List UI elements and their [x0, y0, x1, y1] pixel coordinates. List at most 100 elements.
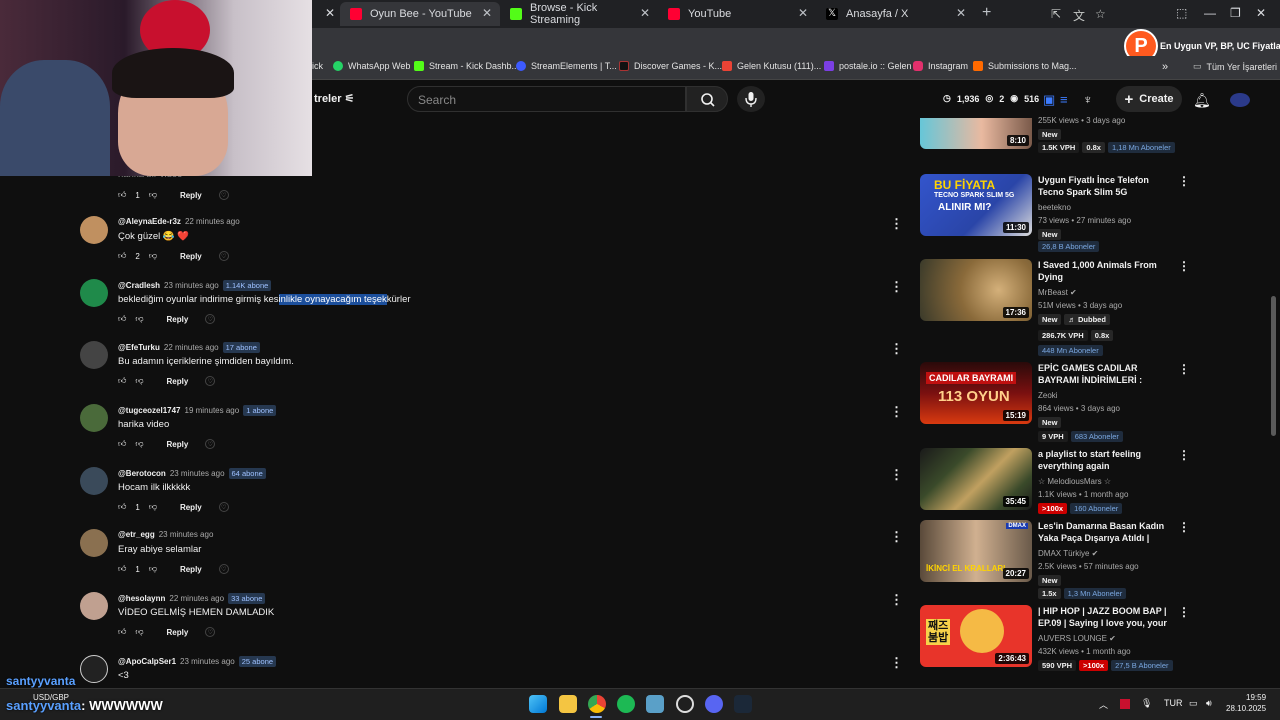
close-icon[interactable]: ✕: [640, 6, 650, 20]
video-thumbnail[interactable]: CADILAR BAYRAMI 113 OYUN 15:19: [920, 362, 1032, 424]
scrollbar-thumb[interactable]: [1271, 296, 1276, 436]
close-icon[interactable]: ✕: [798, 6, 808, 20]
channel-name[interactable]: beetekno: [1038, 203, 1071, 212]
bookmark-star-icon[interactable]: ☆: [1095, 7, 1106, 21]
dislike-icon[interactable]: 👎︎: [135, 314, 143, 324]
video-thumbnail[interactable]: 17:36: [920, 259, 1032, 321]
video-item[interactable]: CADILAR BAYRAMI 113 OYUN 15:19 EPİC GAME…: [920, 362, 1190, 442]
reply-button[interactable]: Reply: [180, 191, 202, 200]
bookmark-item[interactable]: Gelen Kutusu (111)...: [722, 61, 821, 71]
trophy-icon[interactable]: ♆: [1083, 92, 1093, 107]
new-tab-button[interactable]: +: [982, 4, 991, 22]
video-title[interactable]: a playlist to start feeling everything a…: [1038, 448, 1172, 472]
discord-icon[interactable]: [705, 695, 723, 713]
tab-oyun-bee[interactable]: Oyun Bee - YouTube ✕: [340, 2, 500, 26]
more-options-icon[interactable]: ⋮: [890, 216, 903, 232]
dislike-icon[interactable]: 👎︎: [135, 376, 143, 386]
obs-icon[interactable]: [676, 695, 694, 713]
install-icon[interactable]: ⇱: [1051, 7, 1061, 21]
reply-button[interactable]: Reply: [180, 503, 202, 512]
dislike-icon[interactable]: 👎︎: [135, 439, 143, 449]
like-icon[interactable]: 👍︎: [118, 627, 126, 637]
comment-time[interactable]: 23 minutes ago: [180, 657, 235, 666]
voice-search-button[interactable]: [737, 86, 765, 112]
reply-button[interactable]: Reply: [167, 315, 189, 324]
more-options-icon[interactable]: ⋮: [890, 279, 903, 295]
video-thumbnail[interactable]: İKİNCİ EL KRALLARI DMAX 20:27: [920, 520, 1032, 582]
like-icon[interactable]: 👍︎: [118, 564, 126, 574]
maximize-icon[interactable]: ❐: [1230, 6, 1241, 20]
more-options-icon[interactable]: ⋮: [1178, 605, 1190, 619]
dislike-icon[interactable]: 👎︎: [149, 251, 157, 261]
comment-author[interactable]: @etr_egg: [118, 530, 155, 539]
comment-time[interactable]: 23 minutes ago: [164, 281, 219, 290]
video-title[interactable]: | HIP HOP | JAZZ BOOM BAP | EP.09 | Sayi…: [1038, 605, 1172, 629]
avatar[interactable]: [80, 529, 108, 557]
like-icon[interactable]: 👍︎: [118, 376, 126, 386]
list-filter-icon[interactable]: ≡: [1060, 92, 1068, 107]
channel-name[interactable]: DMAX Türkiye ✔: [1038, 549, 1098, 558]
filters-label[interactable]: treler ⚟: [314, 92, 354, 105]
volume-icon[interactable]: 🔊︎: [1206, 698, 1212, 709]
comment-author[interactable]: @Berotocon: [118, 469, 166, 478]
video-thumbnail[interactable]: BU FİYATA TECNO SPARK SLIM 5G ALINIR MI?…: [920, 174, 1032, 236]
tab-youtube[interactable]: YouTube ✕: [658, 2, 816, 26]
channel-name[interactable]: ☆ MelodiousMars ☆: [1038, 477, 1111, 486]
comment-time[interactable]: 23 minutes ago: [159, 530, 214, 539]
reply-button[interactable]: Reply: [167, 628, 189, 637]
create-button[interactable]: + Create: [1116, 86, 1182, 112]
more-options-icon[interactable]: ⋮: [1178, 448, 1190, 462]
like-icon[interactable]: 👍︎: [118, 314, 126, 324]
avatar[interactable]: [80, 404, 108, 432]
video-thumbnail[interactable]: 째즈 붐밥 2:36:43: [920, 605, 1032, 667]
chrome-icon[interactable]: [588, 695, 606, 713]
system-clock[interactable]: 19:59 28.10.2025: [1226, 692, 1266, 714]
avatar[interactable]: [80, 655, 108, 683]
extension-icon[interactable]: ▣: [1043, 92, 1055, 108]
like-icon[interactable]: 👍︎: [118, 439, 126, 449]
tab-kick[interactable]: Browse - Kick Streaming ✕: [500, 2, 658, 26]
video-item[interactable]: 17:36 I Saved 1,000 Animals From Dying M…: [920, 259, 1190, 356]
bookmark-item[interactable]: Instagram: [913, 61, 968, 71]
like-icon[interactable]: 👍︎: [118, 251, 126, 261]
reply-button[interactable]: Reply: [167, 440, 189, 449]
video-title[interactable]: EPİC GAMES CADILAR BAYRAMI İNDİRİMLERİ :…: [1038, 362, 1172, 386]
close-icon[interactable]: ✕: [325, 6, 335, 20]
dislike-icon[interactable]: 👎︎: [149, 502, 157, 512]
more-options-icon[interactable]: ⋮: [890, 341, 903, 357]
video-title[interactable]: Les'in Damarına Basan Kadın Yaka Paça Dı…: [1038, 520, 1172, 544]
reply-button[interactable]: Reply: [180, 252, 202, 261]
bookmark-item[interactable]: Stream - Kick Dashb...: [414, 61, 519, 71]
profile-icon[interactable]: ⬚: [1176, 6, 1187, 20]
network-icon[interactable]: ▭: [1189, 698, 1198, 709]
channel-name[interactable]: Zeoki: [1038, 391, 1058, 400]
notifications-bell-icon[interactable]: 🔔︎: [1193, 92, 1211, 109]
comment-author[interactable]: @EfeTurku: [118, 343, 160, 352]
like-icon[interactable]: 👍︎: [118, 190, 126, 200]
more-options-icon[interactable]: ⋮: [1178, 259, 1190, 273]
dislike-icon[interactable]: 👎︎: [149, 190, 157, 200]
windows-start-icon[interactable]: [529, 695, 547, 713]
dislike-icon[interactable]: 👎︎: [135, 627, 143, 637]
steam-icon[interactable]: [734, 695, 752, 713]
translate-icon[interactable]: 文: [1073, 7, 1085, 24]
close-icon[interactable]: ✕: [956, 6, 966, 20]
comment-author[interactable]: @hesolaynn: [118, 594, 165, 603]
dislike-icon[interactable]: 👎︎: [149, 564, 157, 574]
spotify-icon[interactable]: [617, 695, 635, 713]
comment-author[interactable]: @ApoCalpSer1: [118, 657, 176, 666]
more-options-icon[interactable]: ⋮: [890, 467, 903, 483]
tab-x[interactable]: 𝕏 Anasayfa / X ✕: [816, 2, 974, 26]
comment-author[interactable]: @tugceozel1747: [118, 406, 181, 415]
video-item[interactable]: 35:45 a playlist to start feeling everyt…: [920, 448, 1190, 518]
video-item[interactable]: İKİNCİ EL KRALLARI DMAX 20:27 Les'in Dam…: [920, 520, 1190, 599]
bookmark-item[interactable]: StreamElements | T...: [516, 61, 617, 71]
more-options-icon[interactable]: ⋮: [890, 592, 903, 608]
comment-time[interactable]: 22 minutes ago: [169, 594, 224, 603]
avatar[interactable]: [80, 467, 108, 495]
app-icon[interactable]: [646, 695, 664, 713]
avatar[interactable]: [80, 341, 108, 369]
comment-time[interactable]: 19 minutes ago: [185, 406, 240, 415]
video-title[interactable]: I Saved 1,000 Animals From Dying: [1038, 259, 1172, 283]
channel-name[interactable]: AUVERS LOUNGE ✔: [1038, 634, 1116, 643]
